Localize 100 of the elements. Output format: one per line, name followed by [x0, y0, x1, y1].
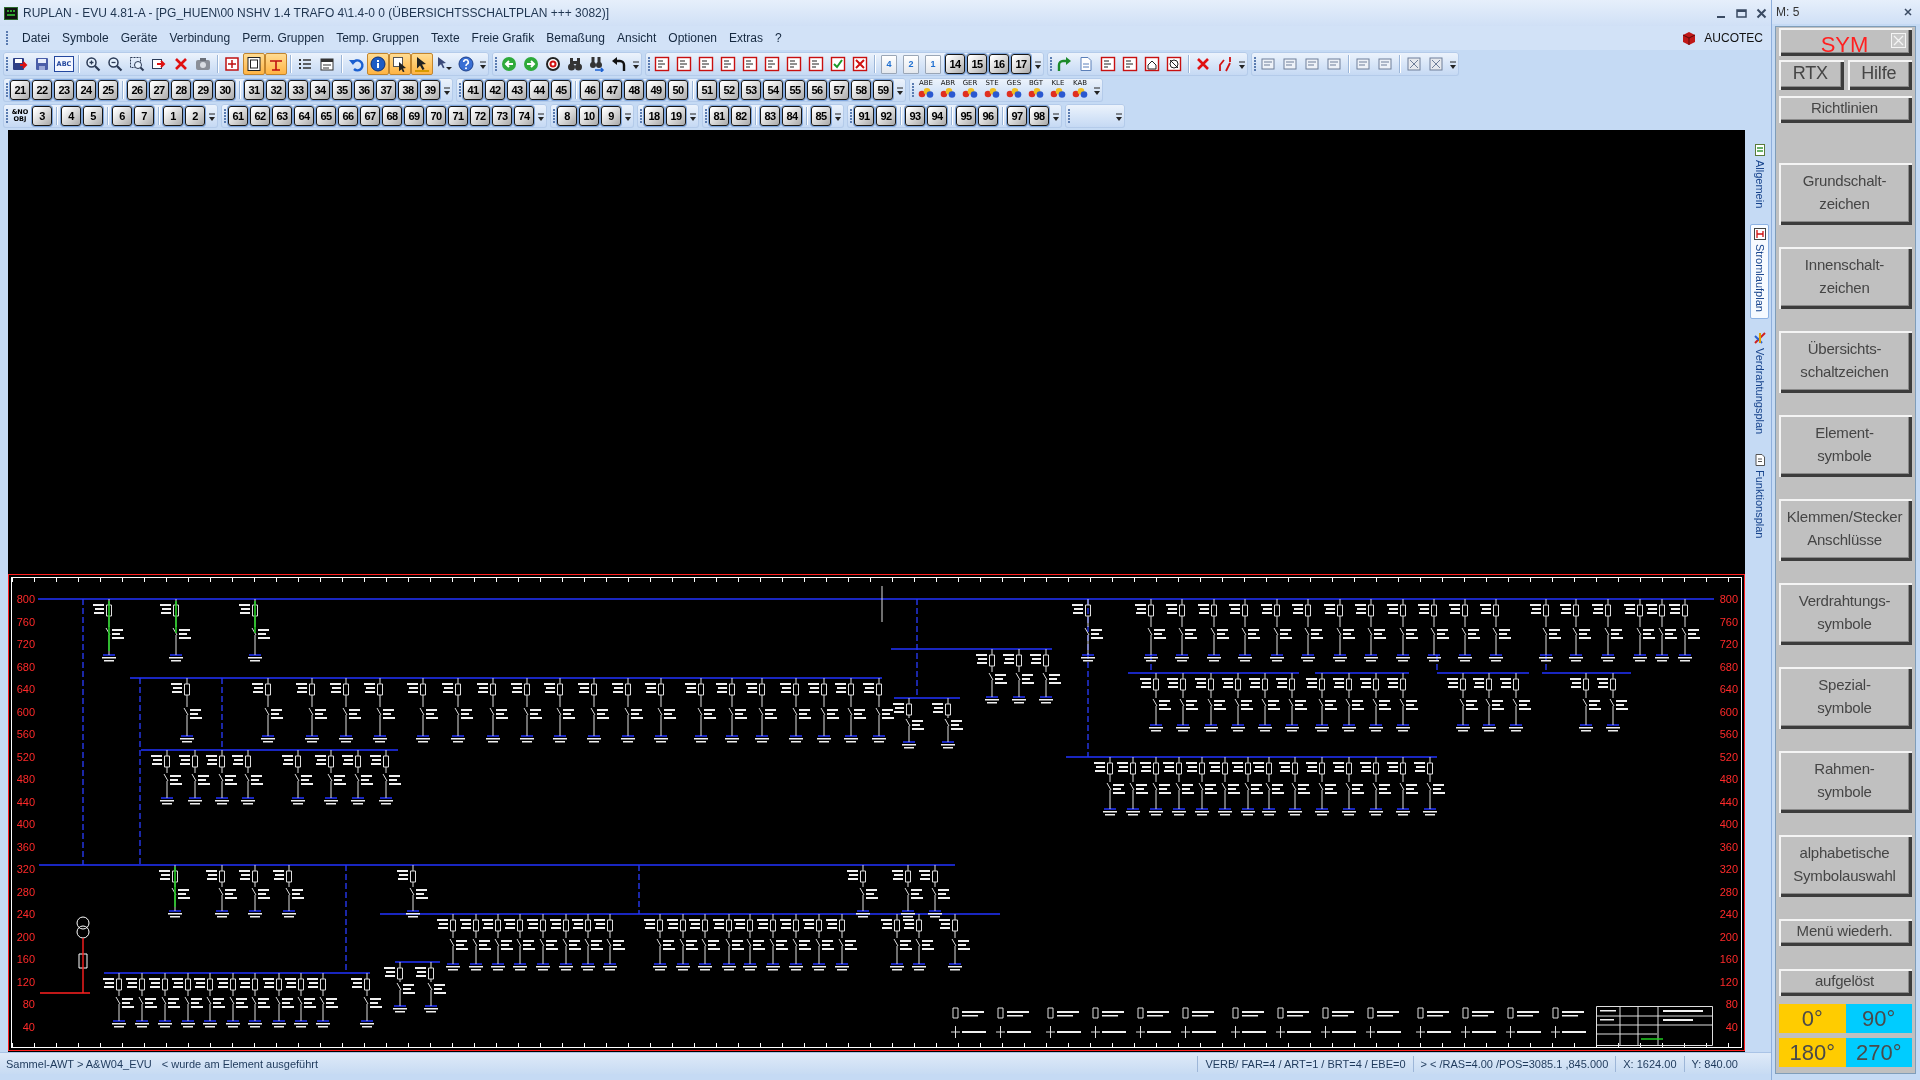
toolbar-button[interactable]: 67	[360, 106, 380, 126]
toolbar-button[interactable]: 42	[485, 80, 505, 100]
toolbar-button[interactable]: 38	[398, 80, 418, 100]
toolbar-button[interactable]: 30	[215, 80, 235, 100]
toolbar-button[interactable]: 32	[266, 80, 286, 100]
toolbar-button[interactable]: 44	[529, 80, 549, 100]
side-tab[interactable]: Funktionsplan	[1750, 450, 1769, 546]
toolbar-button[interactable]: 7	[134, 106, 154, 126]
toolbar-button[interactable]: 4	[61, 106, 81, 126]
toolbar-button[interactable]	[243, 53, 265, 75]
toolbar-button[interactable]: 82	[731, 106, 751, 126]
panel-button[interactable]: RTX	[1779, 60, 1844, 90]
toolbar-button[interactable]	[411, 53, 433, 75]
symbol-category-button[interactable]: Verdrahtungs- symbole	[1779, 583, 1912, 645]
menu-item[interactable]: Geräte	[114, 28, 164, 48]
side-tab[interactable]: Allgemein	[1750, 140, 1769, 216]
toolbar-button[interactable]: 55	[785, 80, 805, 100]
toolbar-button[interactable]: 29	[193, 80, 213, 100]
toolbar-button[interactable]: 43	[507, 80, 527, 100]
toolbar-button[interactable]: 57	[829, 80, 849, 100]
toolbar-button[interactable]: 39	[420, 80, 440, 100]
menu-item[interactable]: Ansicht	[610, 28, 663, 48]
toolbar-button[interactable]: 83	[760, 106, 780, 126]
menu-item[interactable]: Verbindung	[163, 28, 237, 48]
toolbar-button[interactable]: 22	[32, 80, 52, 100]
toolbar-button[interactable]: 51	[697, 80, 717, 100]
menu-item[interactable]: ?	[769, 28, 788, 48]
toolbar-button[interactable]: 50	[668, 80, 688, 100]
toolbar-button[interactable]: 72	[470, 106, 490, 126]
toolbar-button[interactable]: 54	[763, 80, 783, 100]
toolbar-button[interactable]: 33	[288, 80, 308, 100]
menu-item[interactable]: Optionen	[662, 28, 724, 48]
toolbar-button[interactable]: 59	[873, 80, 893, 100]
angle-button[interactable]: 0°	[1779, 1004, 1846, 1033]
toolbar-button[interactable]: 9	[601, 106, 621, 126]
toolbar-button[interactable]: 25	[98, 80, 118, 100]
toolbar-button[interactable]: 19	[666, 106, 686, 126]
grip-handle[interactable]	[1067, 107, 1071, 125]
menu-item[interactable]: Texte	[424, 28, 466, 48]
menu-item[interactable]: Symbole	[56, 28, 115, 48]
toolbar-button[interactable]: 85	[811, 106, 831, 126]
panel-button[interactable]: Hilfe	[1847, 60, 1912, 90]
symbol-category-button[interactable]: alphabetische Symbolauswahl	[1779, 835, 1912, 897]
menu-item[interactable]: Datei	[16, 28, 56, 48]
grip-handle[interactable]	[5, 29, 9, 47]
toolbar-button[interactable]: 70	[426, 106, 446, 126]
toolbar-button[interactable]: 49	[646, 80, 666, 100]
toolbar-button[interactable]: 15	[967, 54, 987, 74]
menu-item[interactable]: Perm. Gruppen	[236, 28, 331, 48]
toolbar-button[interactable]: 5	[83, 106, 103, 126]
toolbar-button[interactable]: 66	[338, 106, 358, 126]
page-button[interactable]: 1	[925, 54, 941, 74]
toolbar-button[interactable]: 18	[644, 106, 664, 126]
toolbar-button[interactable]: 71	[448, 106, 468, 126]
grip-handle[interactable]	[849, 107, 853, 125]
grip-handle[interactable]	[1049, 55, 1053, 73]
grip-handle[interactable]	[911, 81, 915, 99]
maximize-icon[interactable]	[1736, 7, 1747, 19]
toolbar-button[interactable]: 23	[54, 80, 74, 100]
toolbar-button[interactable]: 26	[127, 80, 147, 100]
toolbar-button[interactable]: 1	[163, 106, 183, 126]
close-icon[interactable]	[1756, 7, 1767, 19]
toolbar-button[interactable]: 52	[719, 80, 739, 100]
page-button[interactable]: 4	[881, 54, 897, 74]
side-tab[interactable]: Stromlaufplan	[1750, 224, 1769, 320]
toolbar-button[interactable]: 97	[1007, 106, 1027, 126]
toolbar-button[interactable]: 17	[1011, 54, 1031, 74]
toolbar-button[interactable]: 84	[782, 106, 802, 126]
angle-button[interactable]: 90°	[1845, 1004, 1912, 1033]
symbol-category-button[interactable]: Übersichts- schaltzeichen	[1779, 331, 1912, 393]
toolbar-button[interactable]: 53	[741, 80, 761, 100]
toolbar-button[interactable]: 28	[171, 80, 191, 100]
symbol-category-button[interactable]: Rahmen- symbole	[1779, 751, 1912, 813]
toolbar-button[interactable]: 37	[376, 80, 396, 100]
toolbar-button[interactable]: 65	[316, 106, 336, 126]
menu-item[interactable]: Extras	[723, 28, 770, 48]
toolbar-button[interactable]: 94	[927, 106, 947, 126]
toolbar-button[interactable]: 92	[876, 106, 896, 126]
toolbar-button[interactable]: 74	[514, 106, 534, 126]
grip-handle[interactable]	[639, 107, 643, 125]
menu-item[interactable]: Bemaßung	[540, 28, 611, 48]
toolbar-button[interactable]: 58	[851, 80, 871, 100]
toolbar-button[interactable]: 24	[76, 80, 96, 100]
grip-handle[interactable]	[458, 81, 462, 99]
angle-button[interactable]: 180°	[1779, 1038, 1846, 1067]
menu-item[interactable]: Temp. Gruppen	[330, 28, 425, 48]
toolbar-button[interactable]: 64	[294, 106, 314, 126]
toolbar-button[interactable]: 63	[272, 106, 292, 126]
grip-handle[interactable]	[5, 107, 9, 125]
toolbar-button[interactable]: 73	[492, 106, 512, 126]
toolbar-button[interactable]: 34	[310, 80, 330, 100]
symbol-category-button[interactable]: Grundschalt- zeichen	[1779, 163, 1912, 225]
toolbar-button[interactable]: 14	[945, 54, 965, 74]
toolbar-button[interactable]: 62	[250, 106, 270, 126]
toolbar-button[interactable]: 91	[854, 106, 874, 126]
toolbar-button[interactable]: 41	[463, 80, 483, 100]
grip-handle[interactable]	[1253, 55, 1257, 73]
toolbar-button[interactable]: 68	[382, 106, 402, 126]
grip-handle[interactable]	[552, 107, 556, 125]
toolbar-button[interactable]: 2	[185, 106, 205, 126]
